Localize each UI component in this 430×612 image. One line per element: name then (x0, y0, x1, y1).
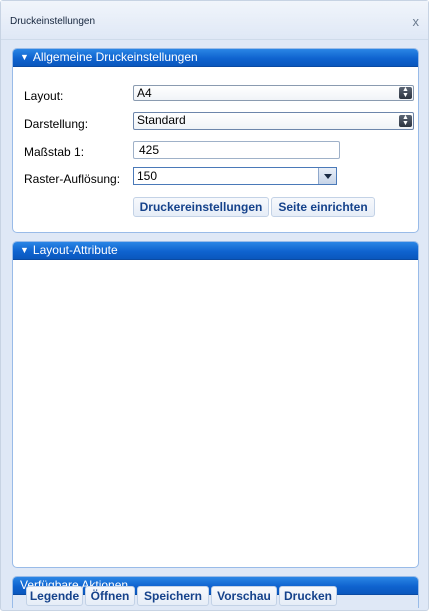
triangle-down-icon: ▼ (20, 52, 29, 62)
page-setup-button[interactable]: Seite einrichten (271, 197, 375, 217)
chevron-down-icon[interactable] (318, 168, 336, 184)
layout-attributes-panel: ▼ Layout-Attribute (12, 241, 419, 568)
dialog-titlebar[interactable]: Druckeinstellungen x (1, 1, 428, 40)
raster-resolution-label: Raster-Auflösung: (24, 172, 121, 186)
layout-label: Layout: (24, 89, 64, 103)
display-select[interactable]: Standard ▲ ▼ (133, 112, 414, 130)
display-select-value: Standard (137, 113, 186, 127)
raster-resolution-combo[interactable]: 150 (133, 167, 337, 185)
general-settings-header[interactable]: ▼ Allgemeine Druckeinstellungen (13, 49, 418, 67)
legend-button[interactable]: Legende (26, 586, 83, 606)
open-button[interactable]: Öffnen (85, 586, 135, 606)
triangle-down-icon: ▼ (20, 245, 29, 255)
close-icon[interactable]: x (413, 14, 420, 29)
display-label: Darstellung: (24, 117, 89, 131)
preview-button[interactable]: Vorschau (211, 586, 277, 606)
raster-resolution-value: 150 (137, 169, 158, 183)
dialog-title: Druckeinstellungen (10, 16, 96, 27)
printer-settings-button[interactable]: Druckereinstellungen (133, 197, 269, 217)
up-down-arrows-icon: ▲ ▼ (399, 86, 412, 99)
layout-select[interactable]: A4 ▲ ▼ (133, 85, 414, 101)
save-button[interactable]: Speichern (137, 586, 209, 606)
general-settings-title: Allgemeine Druckeinstellungen (32, 50, 198, 64)
layout-select-value: A4 (137, 86, 152, 100)
layout-attributes-header[interactable]: ▼ Layout-Attribute (13, 242, 418, 260)
scale-input[interactable]: 425 (133, 141, 340, 159)
print-settings-dialog: Druckeinstellungen x ▼ Allgemeine Druckei… (0, 0, 429, 611)
general-settings-panel: ▼ Allgemeine Druckeinstellungen Layout: A… (12, 48, 419, 233)
scale-label: Maßstab 1: (24, 145, 85, 159)
print-button[interactable]: Drucken (279, 586, 337, 606)
layout-attributes-title: Layout-Attribute (32, 243, 118, 257)
up-down-arrows-icon: ▲ ▼ (399, 114, 412, 127)
